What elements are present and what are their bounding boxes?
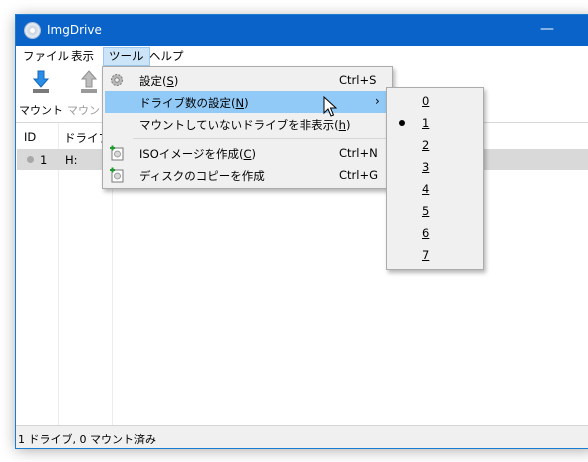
menu-help[interactable]: ヘルプ	[144, 48, 189, 65]
create-iso-label-end: )	[251, 147, 257, 161]
tools-menu: 設定(S) Ctrl+S ドライブ数の設定(N) › マウントしていないドライブ…	[102, 66, 393, 189]
settings-shortcut: Ctrl+S	[339, 73, 377, 87]
create-iso-label: ISOイメージを作成(	[139, 147, 244, 161]
drive-count-label: ドライブ数の設定(	[139, 96, 236, 110]
window-title: ImgDrive	[47, 23, 102, 37]
selected-bullet-icon	[399, 120, 405, 126]
drive-status-icon	[27, 156, 34, 163]
drive-count-option-0[interactable]: 0	[389, 90, 481, 112]
minimize-button[interactable]: —	[540, 21, 554, 37]
create-iso-shortcut: Ctrl+N	[339, 146, 378, 160]
mount-button-label: マウント	[19, 104, 63, 117]
disc-icon	[25, 23, 40, 38]
menu-item-settings[interactable]: 設定(S) Ctrl+S	[105, 69, 389, 91]
drive-count-option-label: 3	[422, 160, 430, 174]
gear-icon	[111, 74, 123, 86]
drive-count-label-end: )	[244, 96, 249, 110]
row-id: 1	[40, 153, 48, 167]
menu-separator	[133, 138, 388, 139]
drive-count-option-5[interactable]: 5	[389, 200, 481, 222]
hide-unmounted-mnemonic: h	[338, 118, 346, 132]
hide-unmounted-label-end: )	[345, 118, 351, 132]
menu-bar: ファイル 表示 ツール ヘルプ	[16, 46, 588, 66]
menu-tools[interactable]: ツール	[103, 47, 150, 66]
drive-count-option-7[interactable]: 7	[389, 244, 481, 266]
mount-button[interactable]: マウント	[18, 68, 64, 118]
status-bar: 1 ドライブ, 0 マウント済み	[16, 425, 588, 448]
drive-count-mnemonic: N	[235, 96, 245, 110]
menu-item-copy-disc[interactable]: ディスクのコピーを作成 Ctrl+G	[105, 164, 389, 186]
menu-item-create-iso[interactable]: ISOイメージを作成(C) Ctrl+N	[105, 142, 389, 164]
drive-count-option-label: 2	[422, 138, 430, 152]
menu-item-drive-count[interactable]: ドライブ数の設定(N) ›	[105, 91, 389, 113]
status-text: 1 ドライブ, 0 マウント済み	[18, 433, 156, 446]
drive-count-option-label: 7	[422, 248, 430, 262]
settings-mnemonic: S	[166, 74, 174, 88]
drive-count-option-4[interactable]: 4	[389, 178, 481, 200]
mouse-cursor-icon	[323, 96, 337, 117]
drive-count-option-label: 4	[422, 182, 430, 196]
drive-count-option-label: 5	[422, 204, 430, 218]
iso-create-icon	[110, 145, 124, 161]
title-bar[interactable]: ImgDrive —	[16, 15, 588, 46]
disc-copy-icon	[110, 167, 124, 183]
row-drive: H:	[65, 153, 78, 167]
arrow-up-disc-icon	[80, 70, 98, 93]
settings-label: 設定(	[139, 74, 167, 88]
menu-view[interactable]: 表示	[66, 48, 99, 65]
submenu-arrow-icon: ›	[375, 94, 380, 108]
arrow-down-disc-icon	[32, 70, 50, 93]
copy-disc-label: ディスクのコピーを作成	[139, 169, 265, 183]
settings-label-end: )	[173, 74, 179, 88]
copy-disc-shortcut: Ctrl+G	[339, 168, 379, 182]
drive-count-option-6[interactable]: 6	[389, 222, 481, 244]
create-iso-mnemonic: C	[243, 147, 252, 161]
drive-count-option-3[interactable]: 3	[389, 156, 481, 178]
drive-count-option-2[interactable]: 2	[389, 134, 481, 156]
drive-count-option-label: 0	[422, 94, 430, 108]
drive-count-submenu: 0 1 2 3 4 5 6 7	[386, 87, 484, 270]
drive-count-option-label: 1	[422, 116, 430, 130]
menu-item-hide-unmounted[interactable]: マウントしていないドライブを非表示(h)	[105, 113, 389, 135]
drive-count-option-label: 6	[422, 226, 430, 240]
column-id-header[interactable]: ID	[24, 130, 36, 144]
drive-count-option-1[interactable]: 1	[389, 112, 481, 134]
hide-unmounted-label: マウントしていないドライブを非表示(	[139, 118, 339, 132]
